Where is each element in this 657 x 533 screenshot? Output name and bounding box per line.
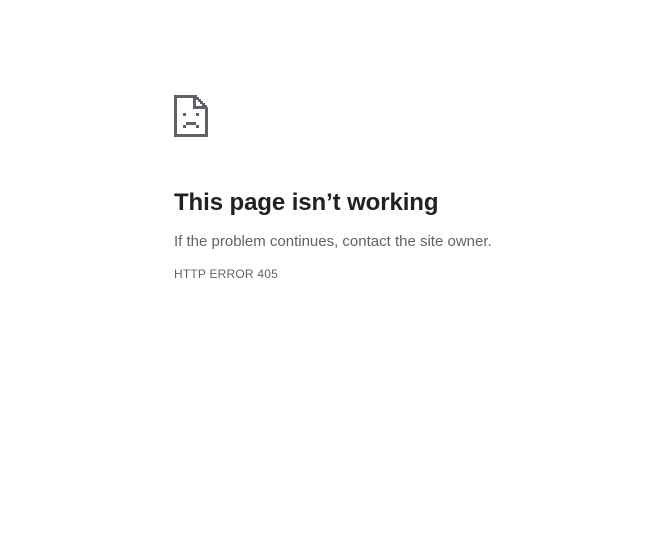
error-message: If the problem continues, contact the si…	[174, 233, 492, 250]
error-code: HTTP ERROR 405	[174, 267, 278, 281]
sad-page-icon	[174, 95, 208, 137]
page-title: This page isn’t working	[174, 189, 439, 216]
error-page-content: This page isn’t working If the problem c…	[174, 95, 614, 282]
